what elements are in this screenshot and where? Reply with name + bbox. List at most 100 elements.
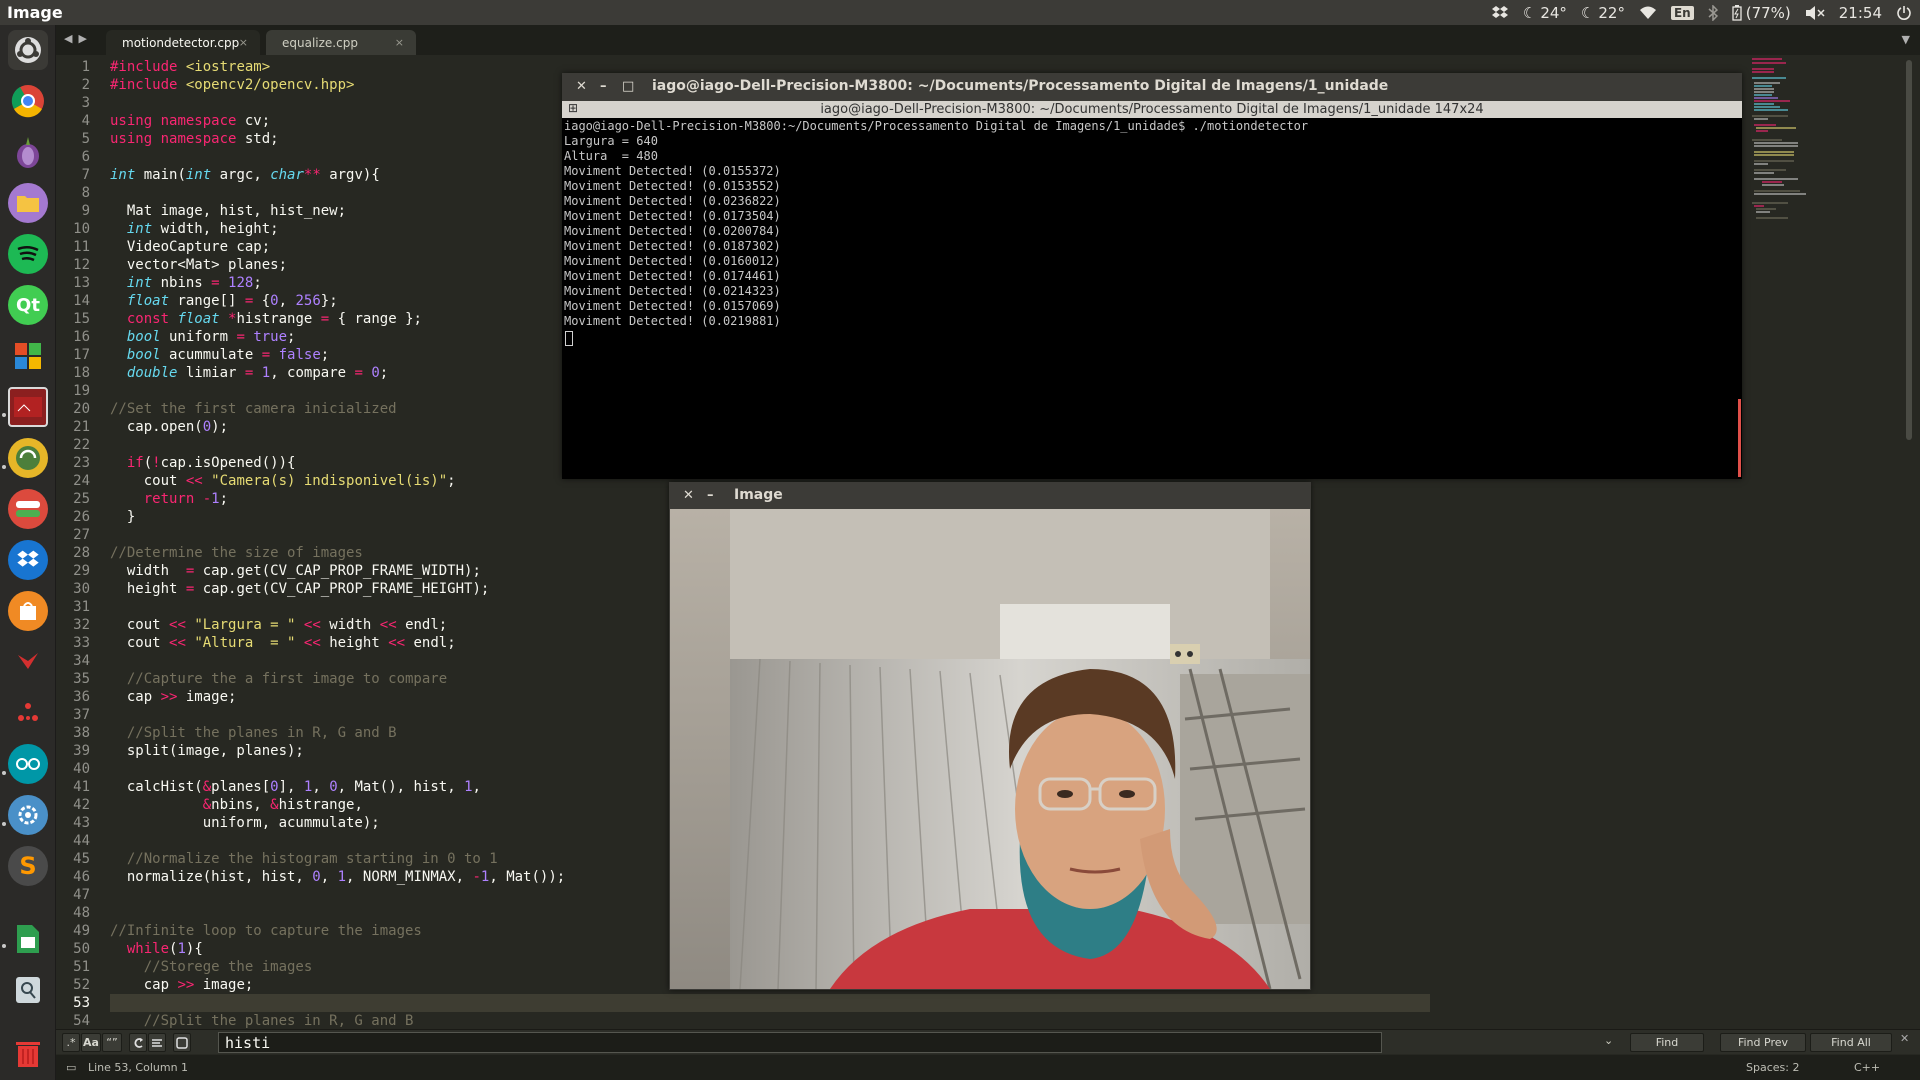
code-line[interactable]: //Storege the images bbox=[110, 958, 313, 976]
code-line[interactable]: using namespace cv; bbox=[110, 112, 270, 130]
code-line[interactable]: vector<Mat> planes; bbox=[110, 256, 287, 274]
code-line[interactable]: } bbox=[110, 508, 135, 526]
code-line[interactable]: //Normalize the histogram starting in 0 … bbox=[110, 850, 498, 868]
code-line[interactable]: const float *histrange = { range }; bbox=[110, 310, 422, 328]
dropbox-icon[interactable] bbox=[1491, 5, 1509, 21]
code-line[interactable]: return -1; bbox=[110, 490, 228, 508]
find-history-chevron-icon[interactable]: ⌄ bbox=[1604, 1034, 1613, 1047]
wrap-toggle[interactable] bbox=[129, 1033, 147, 1052]
code-line[interactable]: int nbins = 128; bbox=[110, 274, 262, 292]
code-line[interactable]: #include <opencv2/opencv.hpp> bbox=[110, 76, 354, 94]
code-line[interactable]: if(!cap.isOpened()){ bbox=[110, 454, 296, 472]
code-line[interactable]: cout << "Altura = " << height << endl; bbox=[110, 634, 456, 652]
clock[interactable]: 21:54 bbox=[1839, 4, 1882, 22]
code-line[interactable]: cout << "Camera(s) indisponivel(is)"; bbox=[110, 472, 456, 490]
whole-word-toggle[interactable]: “” bbox=[102, 1033, 122, 1052]
tab-close-icon[interactable]: × bbox=[395, 36, 404, 49]
highlight-matches-toggle[interactable] bbox=[173, 1033, 191, 1052]
terminal-titlebar[interactable]: ✕ – □ iago@iago-Dell-Precision-M3800: ~/… bbox=[562, 73, 1742, 101]
spreadsheet-icon[interactable] bbox=[8, 919, 48, 959]
search-tool-icon[interactable] bbox=[8, 970, 48, 1010]
find-all-button[interactable]: Find All bbox=[1810, 1033, 1892, 1052]
bird-app-icon[interactable] bbox=[8, 642, 48, 682]
arduino-icon[interactable] bbox=[8, 744, 48, 784]
code-line[interactable]: height = cap.get(CV_CAP_PROP_FRAME_HEIGH… bbox=[110, 580, 489, 598]
code-line[interactable]: double limiar = 1, compare = 0; bbox=[110, 364, 388, 382]
minimize-icon[interactable]: – bbox=[600, 79, 607, 94]
code-line[interactable]: Mat image, hist, hist_new; bbox=[110, 202, 346, 220]
find-input[interactable] bbox=[218, 1032, 1382, 1053]
syntax-mode[interactable]: C++ bbox=[1854, 1061, 1880, 1074]
dropbox-launcher-icon[interactable] bbox=[8, 540, 48, 580]
files-icon[interactable] bbox=[8, 183, 48, 223]
find-prev-button[interactable]: Find Prev bbox=[1720, 1033, 1806, 1052]
minimize-icon[interactable]: – bbox=[707, 488, 714, 503]
code-line[interactable]: VideoCapture cap; bbox=[110, 238, 270, 256]
volume-muted-icon[interactable] bbox=[1805, 5, 1825, 20]
tor-browser-icon[interactable] bbox=[8, 132, 48, 172]
in-selection-toggle[interactable] bbox=[148, 1033, 166, 1052]
code-line[interactable]: int main(int argc, char** argv){ bbox=[110, 166, 380, 184]
code-line[interactable]: int width, height; bbox=[110, 220, 279, 238]
sync-icon[interactable] bbox=[8, 438, 48, 478]
power-icon[interactable] bbox=[1896, 5, 1912, 21]
image-viewer-icon[interactable] bbox=[8, 387, 48, 427]
panel-toggle-icon[interactable]: ▭ bbox=[66, 1061, 76, 1074]
code-line[interactable]: uniform, acummulate); bbox=[110, 814, 380, 832]
tab-motiondetector[interactable]: motiondetector.cpp × bbox=[106, 30, 260, 55]
regex-toggle[interactable]: .* bbox=[62, 1033, 80, 1052]
code-line[interactable]: &nbins, &histrange, bbox=[110, 796, 363, 814]
tab-equalize[interactable]: equalize.cpp × bbox=[266, 30, 416, 55]
code-line[interactable]: width = cap.get(CV_CAP_PROP_FRAME_WIDTH)… bbox=[110, 562, 481, 580]
weather-indicator[interactable]: ☾ 24° bbox=[1523, 4, 1567, 22]
code-line[interactable]: cap >> image; bbox=[110, 976, 254, 994]
code-line[interactable]: cap.open(0); bbox=[110, 418, 228, 436]
close-icon[interactable]: ✕ bbox=[576, 79, 587, 94]
code-line[interactable]: bool uniform = true; bbox=[110, 328, 296, 346]
bluetooth-icon[interactable] bbox=[1708, 4, 1718, 21]
code-line[interactable]: //Split the planes in R, G and B bbox=[110, 724, 397, 742]
keyboard-layout-badge[interactable]: En bbox=[1670, 5, 1694, 20]
find-button[interactable]: Find bbox=[1630, 1033, 1704, 1052]
qt-creator-icon[interactable]: Qt bbox=[8, 285, 48, 325]
close-find-panel-icon[interactable]: ✕ bbox=[1900, 1032, 1909, 1045]
case-sensitive-toggle[interactable]: Aa bbox=[81, 1033, 101, 1052]
code-line[interactable]: normalize(hist, hist, 0, 1, NORM_MINMAX,… bbox=[110, 868, 565, 886]
code-line[interactable]: while(1){ bbox=[110, 940, 203, 958]
indentation-setting[interactable]: Spaces: 2 bbox=[1746, 1061, 1799, 1074]
code-line[interactable]: #include <iostream> bbox=[110, 58, 270, 76]
software-center-icon[interactable] bbox=[8, 336, 48, 376]
tab-close-icon[interactable]: × bbox=[239, 36, 248, 49]
code-line[interactable]: //Set the first camera inicialized bbox=[110, 400, 397, 418]
code-line[interactable]: bool acummulate = false; bbox=[110, 346, 329, 364]
trash-icon[interactable] bbox=[8, 1033, 48, 1073]
code-line[interactable]: //Determine the size of images bbox=[110, 544, 363, 562]
toggle-settings-icon[interactable] bbox=[8, 489, 48, 529]
code-line[interactable]: using namespace std; bbox=[110, 130, 279, 148]
chrome-icon[interactable] bbox=[8, 81, 48, 121]
editor-scrollbar[interactable] bbox=[1906, 60, 1912, 440]
close-icon[interactable]: ✕ bbox=[683, 488, 694, 503]
code-line[interactable]: calcHist(&planes[0], 1, 0, Mat(), hist, … bbox=[110, 778, 481, 796]
wifi-icon[interactable] bbox=[1639, 6, 1657, 20]
gear-app-icon[interactable] bbox=[8, 795, 48, 835]
code-line[interactable]: //Infinite loop to capture the images bbox=[110, 922, 422, 940]
network-app-icon[interactable] bbox=[8, 693, 48, 733]
sublime-text-icon[interactable]: S bbox=[8, 846, 48, 886]
battery-indicator[interactable]: (77%) bbox=[1732, 4, 1791, 22]
spotify-icon[interactable] bbox=[8, 234, 48, 274]
code-line[interactable]: //Capture the a first image to compare bbox=[110, 670, 447, 688]
weather-indicator-2[interactable]: ☾ 22° bbox=[1581, 4, 1625, 22]
code-line[interactable]: cout << "Largura = " << width << endl; bbox=[110, 616, 447, 634]
maximize-icon[interactable]: □ bbox=[622, 79, 634, 94]
code-line[interactable]: //Split the planes in R, G and B bbox=[110, 1012, 414, 1030]
code-line[interactable]: split(image, planes); bbox=[110, 742, 304, 760]
terminal-output[interactable]: iago@iago-Dell-Precision-M3800:~/Documen… bbox=[564, 119, 1734, 475]
code-line[interactable]: cap >> image; bbox=[110, 688, 237, 706]
ubuntu-store-icon[interactable] bbox=[8, 591, 48, 631]
ubuntu-dash-icon[interactable] bbox=[8, 30, 48, 70]
code-line[interactable]: float range[] = {0, 256}; bbox=[110, 292, 338, 310]
minimap[interactable] bbox=[1752, 58, 1832, 238]
chevron-down-icon[interactable]: ▼ bbox=[1902, 33, 1910, 46]
image-window-titlebar[interactable]: ✕ – Image bbox=[669, 482, 1311, 508]
